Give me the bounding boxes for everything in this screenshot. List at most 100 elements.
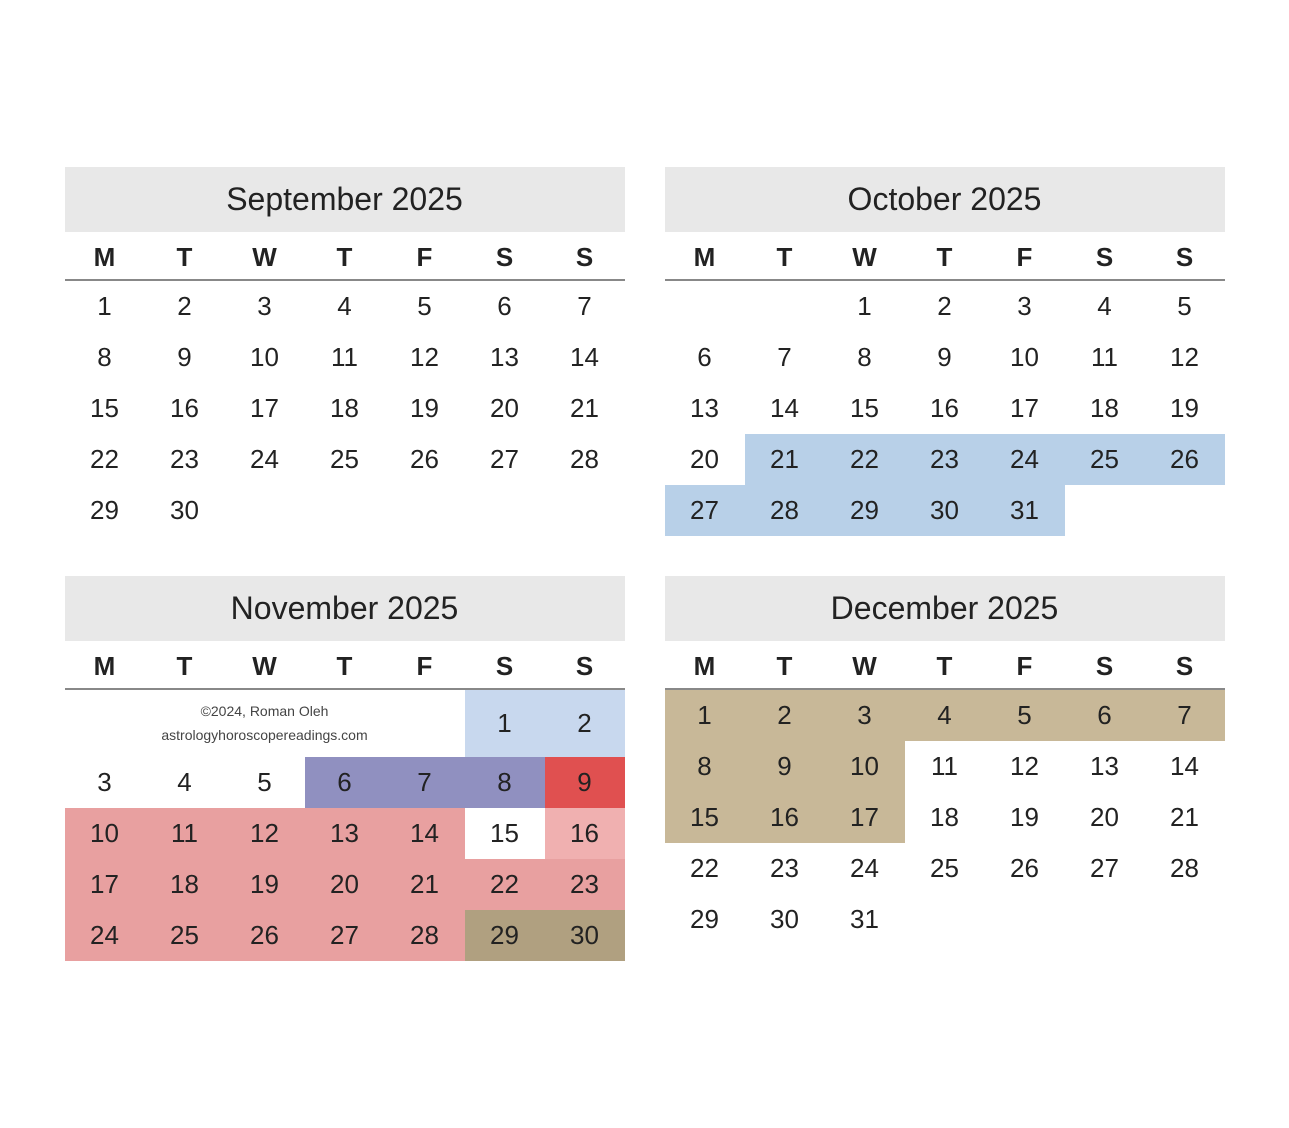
table-cell: 5 (385, 280, 465, 332)
table-cell: 16 (145, 383, 225, 434)
table-cell: 4 (305, 280, 385, 332)
nov-day-tue: T (145, 641, 225, 689)
table-cell: 18 (145, 859, 225, 910)
table-row: 6 7 8 9 10 11 12 (665, 332, 1225, 383)
dec-day-sun: S (1145, 641, 1225, 689)
table-row: 1 2 3 4 5 6 7 (65, 280, 625, 332)
table-cell: 4 (1065, 280, 1145, 332)
table-cell: 26 (225, 910, 305, 961)
nov-day-fri: F (385, 641, 465, 689)
table-row: 13 14 15 16 17 18 19 (665, 383, 1225, 434)
table-cell: 25 (145, 910, 225, 961)
oct-day-sat: S (1065, 232, 1145, 280)
table-cell: 30 (545, 910, 625, 961)
table-cell: 3 (985, 280, 1065, 332)
table-row: 1 2 3 4 5 (665, 280, 1225, 332)
table-cell: 21 (385, 859, 465, 910)
table-cell: 8 (825, 332, 905, 383)
october-calendar: October 2025 M T W T F S S 1 2 (665, 167, 1225, 536)
table-cell: 19 (385, 383, 465, 434)
table-row: 27 28 29 30 31 (665, 485, 1225, 536)
december-table: M T W T F S S 1 2 3 4 5 6 7 (665, 641, 1225, 945)
table-cell: 22 (465, 859, 545, 910)
table-cell: 17 (825, 792, 905, 843)
table-cell: 4 (905, 689, 985, 741)
table-row: 22 23 24 25 26 27 28 (665, 843, 1225, 894)
table-cell: 24 (225, 434, 305, 485)
table-cell: 24 (825, 843, 905, 894)
table-cell: 14 (385, 808, 465, 859)
table-cell: 15 (665, 792, 745, 843)
table-cell: 4 (145, 757, 225, 808)
table-cell: 13 (305, 808, 385, 859)
table-cell: 29 (665, 894, 745, 945)
table-cell: 17 (225, 383, 305, 434)
table-cell: 3 (825, 689, 905, 741)
table-cell (1145, 485, 1225, 536)
table-cell: 10 (825, 741, 905, 792)
table-cell: 26 (385, 434, 465, 485)
table-cell: 16 (745, 792, 825, 843)
table-cell (745, 280, 825, 332)
table-cell: 29 (465, 910, 545, 961)
september-title: September 2025 (65, 167, 625, 232)
table-cell: 15 (825, 383, 905, 434)
table-row: 1 2 3 4 5 6 7 (665, 689, 1225, 741)
nov-day-thu: T (305, 641, 385, 689)
table-cell: 12 (225, 808, 305, 859)
table-cell: 24 (65, 910, 145, 961)
table-cell: 9 (745, 741, 825, 792)
table-cell: 23 (905, 434, 985, 485)
table-row: 24 25 26 27 28 29 30 (65, 910, 625, 961)
table-cell: 5 (225, 757, 305, 808)
table-cell: 21 (545, 383, 625, 434)
table-cell: 19 (225, 859, 305, 910)
table-cell: 23 (745, 843, 825, 894)
table-cell: 13 (1065, 741, 1145, 792)
table-cell: 16 (545, 808, 625, 859)
table-cell: 10 (985, 332, 1065, 383)
table-cell: 22 (665, 843, 745, 894)
table-cell: 5 (1145, 280, 1225, 332)
table-cell: 30 (745, 894, 825, 945)
table-cell: 19 (985, 792, 1065, 843)
table-cell: 20 (305, 859, 385, 910)
dec-day-wed: W (825, 641, 905, 689)
dec-day-fri: F (985, 641, 1065, 689)
sep-day-tue: T (145, 232, 225, 280)
table-cell: 29 (65, 485, 145, 536)
table-cell: 5 (985, 689, 1065, 741)
dec-day-sat: S (1065, 641, 1145, 689)
table-cell (225, 485, 305, 536)
table-cell: 1 (465, 689, 545, 757)
november-calendar: November 2025 M T W T F S S ©2024, Roman… (65, 576, 625, 961)
table-cell: 28 (745, 485, 825, 536)
sep-day-fri: F (385, 232, 465, 280)
oct-day-mon: M (665, 232, 745, 280)
table-row: 20 21 22 23 24 25 26 (665, 434, 1225, 485)
copyright-url: astrologyhoroscopereadings.com (69, 724, 461, 748)
table-cell: 1 (65, 280, 145, 332)
nov-day-sun: S (545, 641, 625, 689)
table-cell: 17 (985, 383, 1065, 434)
october-table: M T W T F S S 1 2 3 4 5 (665, 232, 1225, 536)
september-calendar: September 2025 M T W T F S S 1 2 3 4 (65, 167, 625, 536)
table-row: 15 16 17 18 19 20 21 (665, 792, 1225, 843)
nov-day-wed: W (225, 641, 305, 689)
table-row: 10 11 12 13 14 15 16 (65, 808, 625, 859)
table-row: 29 30 31 (665, 894, 1225, 945)
table-cell: 11 (305, 332, 385, 383)
table-cell: 29 (825, 485, 905, 536)
sep-day-wed: W (225, 232, 305, 280)
oct-day-wed: W (825, 232, 905, 280)
table-cell: 2 (745, 689, 825, 741)
table-cell: 20 (1065, 792, 1145, 843)
calendar-container: September 2025 M T W T F S S 1 2 3 4 (35, 137, 1255, 991)
table-cell: 10 (65, 808, 145, 859)
sep-day-mon: M (65, 232, 145, 280)
table-cell: 22 (65, 434, 145, 485)
table-cell: 2 (905, 280, 985, 332)
table-cell: 10 (225, 332, 305, 383)
table-cell: 11 (1065, 332, 1145, 383)
table-cell: 25 (1065, 434, 1145, 485)
